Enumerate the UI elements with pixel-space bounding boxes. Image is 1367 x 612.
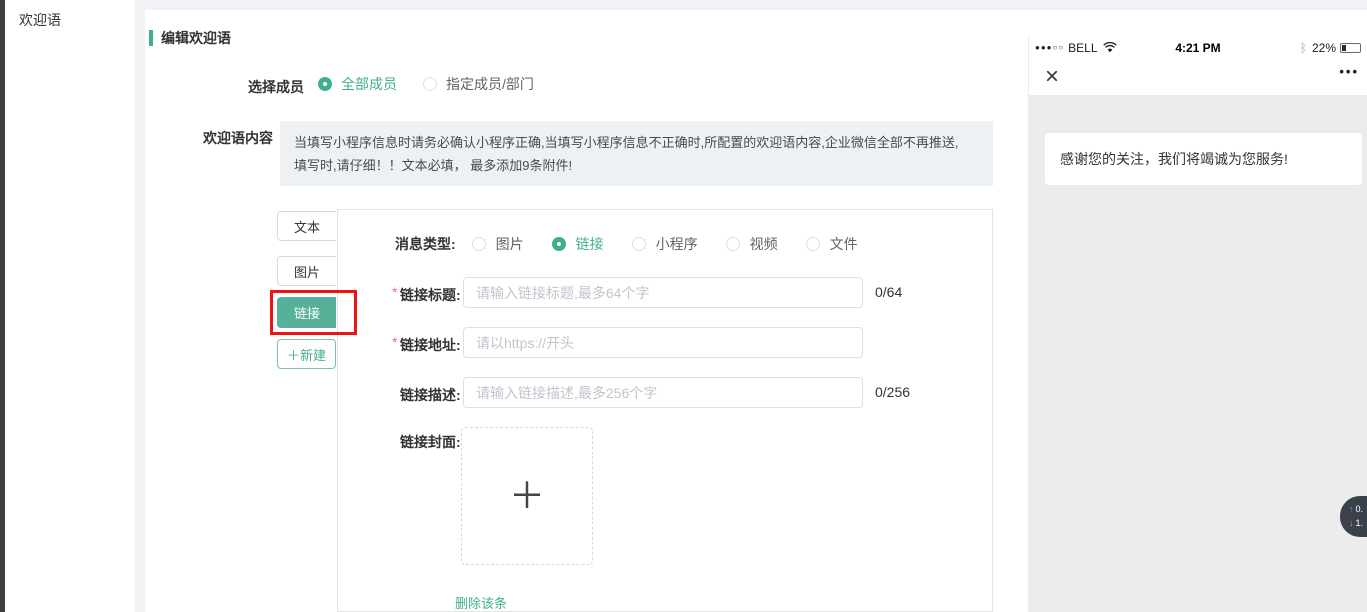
upload-arrow-icon: ↑ bbox=[1349, 504, 1354, 514]
msgtype-option-link[interactable]: 链接 bbox=[552, 234, 604, 254]
carrier-name: BELL bbox=[1068, 41, 1097, 55]
link-title-input[interactable] bbox=[463, 277, 863, 308]
link-url-label: 链接地址: bbox=[400, 335, 461, 355]
link-desc-counter: 0/256 bbox=[875, 384, 910, 400]
link-desc-label: 链接描述: bbox=[400, 385, 461, 405]
download-arrow-icon: ↓ bbox=[1349, 518, 1354, 528]
bluetooth-icon: ᛒ bbox=[1300, 41, 1307, 55]
link-title-label: 链接标题: bbox=[400, 285, 461, 305]
msgtype-option-miniprogram[interactable]: 小程序 bbox=[632, 234, 698, 254]
radio-all-members[interactable] bbox=[318, 77, 332, 91]
radio-specified-members[interactable] bbox=[423, 77, 437, 91]
welcome-content-label: 欢迎语内容 bbox=[203, 128, 273, 148]
phone-preview: ●●●○○ BELL 4:21 PM ᛒ 22% × ••• bbox=[1028, 35, 1367, 612]
upload-speed: 0. bbox=[1356, 504, 1364, 514]
delete-entry-link[interactable]: 删除该条 bbox=[455, 593, 507, 612]
message-type-label: 消息类型: bbox=[395, 234, 456, 254]
msgtype-option-image[interactable]: 图片 bbox=[472, 234, 524, 254]
radio-all-members-label[interactable]: 全部成员 bbox=[341, 74, 397, 94]
welcome-message-bubble: 感谢您的关注，我们将竭诚为您服务! bbox=[1045, 133, 1362, 185]
link-title-counter: 0/64 bbox=[875, 284, 902, 300]
tab-image[interactable]: 图片 bbox=[277, 256, 336, 286]
notice-line-1: 当填写小程序信息时请务必确认小程序正确,当填写小程序信息不正确时,所配置的欢迎语… bbox=[294, 131, 979, 154]
signal-strength-icon: ●●●○○ bbox=[1035, 43, 1064, 52]
required-mark-link-title: * bbox=[392, 284, 397, 300]
radio-msgtype-link[interactable] bbox=[552, 237, 566, 251]
battery-percent: 22% bbox=[1312, 41, 1336, 55]
member-radio-group: 全部成员 指定成员/部门 bbox=[318, 74, 534, 94]
radio-msgtype-miniprogram[interactable] bbox=[632, 237, 646, 251]
wifi-icon bbox=[1103, 42, 1117, 53]
link-url-input[interactable] bbox=[463, 327, 863, 358]
sidebar-item-welcome-message[interactable]: 欢迎语 bbox=[5, 0, 135, 40]
attachment-form-panel bbox=[337, 209, 993, 612]
sidebar: 欢迎语 bbox=[5, 0, 135, 612]
link-desc-input[interactable] bbox=[463, 377, 863, 408]
section-header: 编辑欢迎语 bbox=[149, 28, 231, 48]
radio-specified-members-label[interactable]: 指定成员/部门 bbox=[446, 74, 534, 94]
chat-background: 感谢您的关注，我们将竭诚为您服务! bbox=[1029, 95, 1367, 612]
battery-icon bbox=[1340, 43, 1361, 53]
notice-box: 当填写小程序信息时请务必确认小程序正确,当填写小程序信息不正确时,所配置的欢迎语… bbox=[280, 121, 993, 186]
tab-text[interactable]: 文本 bbox=[277, 211, 336, 241]
cover-upload-box[interactable]: ＋ bbox=[461, 427, 593, 565]
download-speed: 1. bbox=[1356, 518, 1364, 528]
message-type-row: 消息类型: 图片 链接 小程序 视频 文件 bbox=[395, 234, 886, 254]
phone-status-bar: ●●●○○ BELL 4:21 PM ᛒ 22% bbox=[1029, 35, 1367, 60]
screen: 欢迎语 编辑欢迎语 选择成员 全部成员 指定成员/部门 欢迎语内容 当填写小程序… bbox=[0, 0, 1367, 612]
status-bar-time: 4:21 PM bbox=[1175, 41, 1220, 55]
tab-link[interactable]: 链接 bbox=[277, 297, 336, 328]
link-cover-label: 链接封面: bbox=[400, 432, 461, 452]
close-icon[interactable]: × bbox=[1045, 62, 1059, 92]
more-options-icon[interactable]: ••• bbox=[1339, 64, 1359, 79]
phone-nav-bar: × ••• bbox=[1029, 60, 1367, 95]
radio-msgtype-image[interactable] bbox=[472, 237, 486, 251]
plus-icon: ＋ bbox=[509, 478, 545, 514]
msgtype-option-video[interactable]: 视频 bbox=[726, 234, 778, 254]
add-new-attachment-button[interactable]: ＋新建 bbox=[277, 339, 336, 369]
page-title: 编辑欢迎语 bbox=[161, 28, 231, 48]
radio-msgtype-video[interactable] bbox=[726, 237, 740, 251]
notice-line-2: 填写时,请仔细！！文本必填， 最多添加9条附件! bbox=[294, 154, 979, 177]
member-select-label: 选择成员 bbox=[248, 77, 304, 97]
section-accent-bar bbox=[149, 30, 153, 46]
radio-msgtype-file[interactable] bbox=[806, 237, 820, 251]
msgtype-option-file[interactable]: 文件 bbox=[806, 234, 858, 254]
required-mark-link-url: * bbox=[392, 334, 397, 350]
